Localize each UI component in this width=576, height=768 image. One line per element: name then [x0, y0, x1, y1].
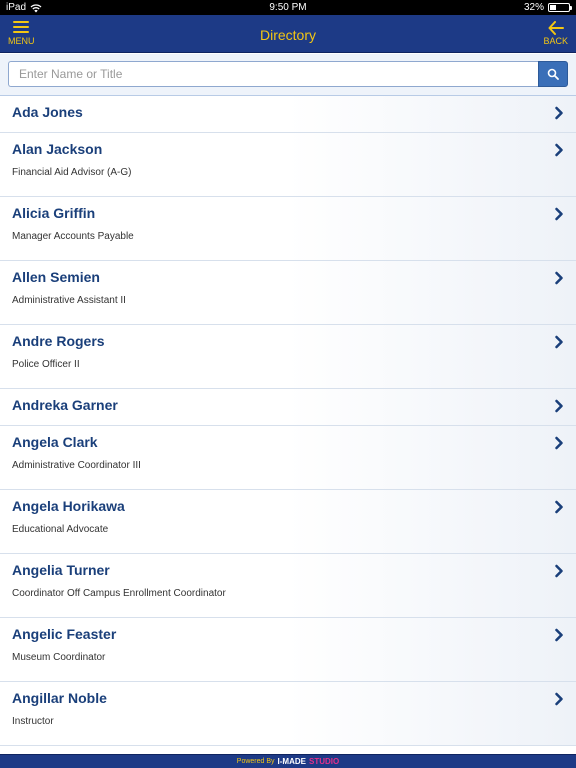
brand-accent: STUDIO — [308, 757, 340, 766]
person-name: Andre Rogers — [12, 333, 105, 349]
brand-name: I-MADE — [277, 757, 306, 766]
directory-item[interactable]: Andre Rogers Police Officer II — [0, 325, 576, 389]
person-title: Administrative Assistant II — [12, 295, 126, 306]
battery-icon — [548, 3, 572, 12]
directory-item[interactable]: Ada Jones — [0, 96, 576, 133]
chevron-right-icon — [555, 399, 563, 413]
directory-item[interactable]: Allen Semien Administrative Assistant II — [0, 261, 576, 325]
footer: Powered By I-MADE STUDIO — [0, 754, 576, 768]
directory-item[interactable]: Alan Jackson Financial Aid Advisor (A-G) — [0, 133, 576, 197]
status-time: 9:50 PM — [269, 2, 307, 13]
search-button[interactable] — [538, 61, 568, 87]
person-name: Alicia Griffin — [12, 205, 96, 221]
person-title: Police Officer II — [12, 359, 80, 370]
hamburger-icon — [13, 21, 30, 33]
chevron-right-icon — [555, 106, 563, 120]
wifi-icon — [30, 3, 42, 12]
directory-item[interactable]: Angela Clark Administrative Coordinator I… — [0, 426, 576, 490]
search-input[interactable] — [8, 61, 538, 87]
directory-item[interactable]: Angelia Turner Coordinator Off Campus Enr… — [0, 554, 576, 618]
chevron-right-icon — [555, 271, 563, 285]
person-title: Educational Advocate — [12, 524, 109, 535]
chevron-right-icon — [555, 207, 563, 221]
status-bar: iPad 9:50 PM 32% — [0, 0, 576, 15]
back-label: BACK — [543, 36, 568, 46]
search-bar — [0, 54, 576, 96]
arrow-left-icon — [548, 21, 564, 35]
status-left: iPad — [6, 2, 42, 13]
person-name: Angela Horikawa — [12, 498, 125, 514]
chevron-right-icon — [555, 564, 563, 578]
powered-by-label: Powered By — [236, 758, 275, 765]
person-name: Angelic Feaster — [12, 626, 117, 642]
search-icon — [547, 68, 559, 80]
menu-button[interactable]: MENU — [8, 21, 35, 46]
chevron-right-icon — [555, 143, 563, 157]
chevron-right-icon — [555, 500, 563, 514]
person-title: Administrative Coordinator III — [12, 460, 141, 471]
person-name: Alan Jackson — [12, 141, 103, 157]
chevron-right-icon — [555, 436, 563, 450]
page-title: Directory — [259, 27, 316, 43]
battery-percent: 32% — [523, 2, 544, 13]
chevron-right-icon — [555, 692, 563, 706]
directory-item[interactable]: Angelic Feaster Museum Coordinator — [0, 618, 576, 682]
person-name: Ada Jones — [12, 104, 83, 120]
person-name: Angela Clark — [12, 434, 98, 450]
person-title: Financial Aid Advisor (A-G) — [12, 167, 132, 178]
person-title: Museum Coordinator — [12, 652, 106, 663]
person-name: Angelia Turner — [12, 562, 110, 578]
menu-label: MENU — [8, 36, 35, 46]
nav-bar: MENU Directory BACK — [0, 15, 576, 53]
person-title: Manager Accounts Payable — [12, 231, 134, 242]
chevron-right-icon — [555, 335, 563, 349]
device-label: iPad — [6, 2, 27, 13]
person-name: Andreka Garner — [12, 397, 118, 413]
status-right: 32% — [523, 2, 572, 13]
back-button[interactable]: BACK — [543, 21, 568, 46]
directory-item[interactable]: Angillar Noble Instructor — [0, 682, 576, 746]
chevron-right-icon — [555, 628, 563, 642]
directory-item[interactable]: Andreka Garner — [0, 389, 576, 426]
person-title: Coordinator Off Campus Enrollment Coordi… — [12, 588, 226, 599]
person-name: Angillar Noble — [12, 690, 107, 706]
directory-item[interactable]: Angela Horikawa Educational Advocate — [0, 490, 576, 554]
person-name: Allen Semien — [12, 269, 100, 285]
directory-list: Ada Jones Alan Jackson Financial Aid Advis… — [0, 96, 576, 754]
directory-item[interactable]: Alicia Griffin Manager Accounts Payable — [0, 197, 576, 261]
person-title: Instructor — [12, 716, 54, 727]
